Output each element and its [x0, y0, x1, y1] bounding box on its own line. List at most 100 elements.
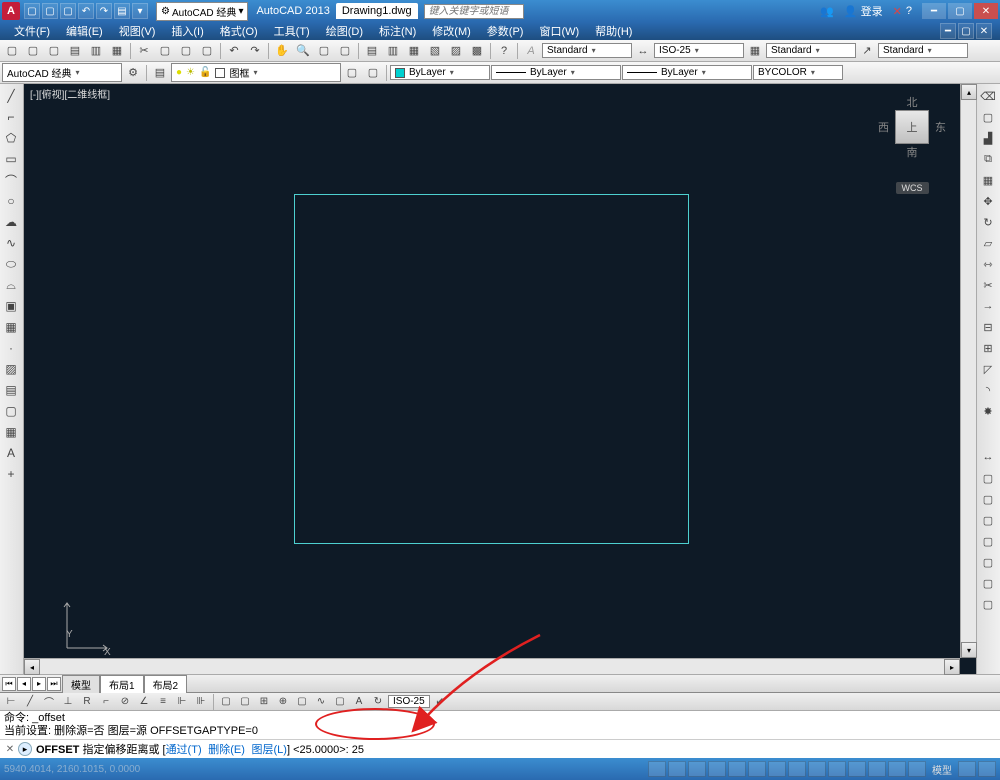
- revcloud-icon[interactable]: ☁: [0, 212, 22, 232]
- zoom-window-icon[interactable]: ▢: [314, 42, 334, 60]
- people-icon[interactable]: 👥: [820, 5, 834, 18]
- dim-tedit-icon[interactable]: A: [350, 694, 368, 710]
- polyline-icon[interactable]: ⌐: [0, 107, 22, 127]
- dim-linear-icon[interactable]: ⊢: [2, 694, 20, 710]
- dim-baseline-icon[interactable]: ⊩: [173, 694, 191, 710]
- tab-prev-icon[interactable]: ◂: [17, 677, 31, 691]
- sheet-set-icon[interactable]: ▧: [425, 42, 445, 60]
- make-block-icon[interactable]: ▦: [0, 317, 22, 337]
- distance-icon[interactable]: ↔: [977, 447, 999, 467]
- tab-next-icon[interactable]: ▸: [32, 677, 46, 691]
- dim-arc-icon[interactable]: ⌒: [40, 694, 58, 710]
- inspection-icon[interactable]: ▢: [293, 694, 311, 710]
- ellipse-arc-icon[interactable]: ⌓: [0, 275, 22, 295]
- menu-draw[interactable]: 绘图(D): [320, 22, 369, 40]
- dim-style-mgr-icon[interactable]: ↙: [431, 694, 449, 710]
- command-input-line[interactable]: ✕ ▸ OFFSET 指定偏移距离或 [通过(T) 删除(E) 图层(L)] <…: [0, 739, 1000, 758]
- polar-icon[interactable]: [708, 761, 726, 777]
- spline-icon[interactable]: ∿: [0, 233, 22, 253]
- table-style-icon[interactable]: ▦: [745, 42, 765, 60]
- viewport-label[interactable]: [-][俯视][二维线框]: [30, 86, 110, 101]
- region-icon[interactable]: ▢: [0, 401, 22, 421]
- dim-jog-icon[interactable]: ⌐: [97, 694, 115, 710]
- join-icon[interactable]: ⊞: [977, 338, 999, 358]
- help-icon[interactable]: ?: [906, 5, 912, 17]
- otrack-icon[interactable]: [768, 761, 786, 777]
- explode-icon[interactable]: ✸: [977, 401, 999, 421]
- tab-last-icon[interactable]: ⏭: [47, 677, 61, 691]
- save-file-icon[interactable]: ▢: [44, 42, 64, 60]
- mtext-icon[interactable]: A: [0, 443, 22, 463]
- sb-extra-2[interactable]: [978, 761, 996, 777]
- redo-icon[interactable]: ↷: [96, 3, 112, 19]
- search-input[interactable]: [424, 4, 524, 19]
- cmd-close-icon[interactable]: ✕: [4, 743, 16, 755]
- menu-file[interactable]: 文件(F): [8, 22, 56, 40]
- scroll-right-icon[interactable]: ▸: [944, 659, 960, 675]
- workspace-settings-icon[interactable]: ⚙: [123, 64, 143, 82]
- minimize-button[interactable]: ━: [922, 3, 946, 19]
- qp-icon[interactable]: [868, 761, 886, 777]
- coordinates[interactable]: 5940.4014, 2160.1015, 0.0000: [4, 764, 140, 775]
- design-center-icon[interactable]: ▥: [383, 42, 403, 60]
- tpy-icon[interactable]: [848, 761, 866, 777]
- viewcube-south[interactable]: 南: [878, 144, 946, 160]
- dim-diameter-icon[interactable]: ⊘: [116, 694, 134, 710]
- dim-space-icon[interactable]: ▢: [217, 694, 235, 710]
- new-file-icon[interactable]: ▢: [2, 42, 22, 60]
- fillet-icon[interactable]: ◝: [977, 380, 999, 400]
- tab-layout2[interactable]: 布局2: [144, 675, 188, 693]
- print-icon[interactable]: ▤: [114, 3, 130, 19]
- mirror-icon[interactable]: ▟: [977, 128, 999, 148]
- viewcube[interactable]: 北 西 上 东 南 WCS: [878, 94, 946, 194]
- center-mark-icon[interactable]: ⊕: [274, 694, 292, 710]
- horizontal-scrollbar[interactable]: ◂ ▸: [24, 658, 960, 674]
- pan-icon[interactable]: ✋: [272, 42, 292, 60]
- menu-format[interactable]: 格式(O): [214, 22, 264, 40]
- open-icon[interactable]: ▢: [42, 3, 58, 19]
- menu-edit[interactable]: 编辑(E): [60, 22, 109, 40]
- jog-linear-icon[interactable]: ∿: [312, 694, 330, 710]
- line-icon[interactable]: ╱: [0, 86, 22, 106]
- viewcube-west[interactable]: 西: [878, 119, 889, 135]
- viewcube-wcs[interactable]: WCS: [896, 182, 929, 194]
- model-space-btn[interactable]: 模型: [932, 762, 952, 777]
- cmd-input-value[interactable]: 25: [352, 744, 364, 756]
- table-style-dropdown[interactable]: Standard▾: [766, 43, 856, 58]
- lineweight-dropdown[interactable]: ByLayer▾: [622, 65, 752, 80]
- plotstyle-dropdown[interactable]: BYCOLOR▾: [753, 65, 843, 80]
- table-icon[interactable]: ▦: [0, 422, 22, 442]
- scroll-left-icon[interactable]: ◂: [24, 659, 40, 675]
- ducs-icon[interactable]: [788, 761, 806, 777]
- menu-help[interactable]: 帮助(H): [589, 22, 638, 40]
- drawing-canvas[interactable]: [-][俯视][二维线框] Y X 北 西 上 东 南 WCS ▴ ▾ ◂ ▸: [24, 84, 976, 674]
- expand-icon[interactable]: ▾: [132, 3, 148, 19]
- copy-icon[interactable]: ▢: [155, 42, 175, 60]
- app-logo[interactable]: A: [2, 2, 20, 20]
- rectangle-icon[interactable]: ▭: [0, 149, 22, 169]
- copy-obj-icon[interactable]: ▢: [977, 107, 999, 127]
- workspace-dropdown[interactable]: AutoCAD 经典▾: [2, 63, 122, 82]
- doc-minimize-button[interactable]: ━: [940, 23, 956, 39]
- hatch-icon[interactable]: ▨: [0, 359, 22, 379]
- erase-icon[interactable]: ⌫: [977, 86, 999, 106]
- help-icon[interactable]: ?: [494, 42, 514, 60]
- viewcube-east[interactable]: 东: [935, 119, 946, 135]
- am-icon[interactable]: [908, 761, 926, 777]
- dim-style-dd[interactable]: ISO-25: [388, 695, 430, 708]
- zoom-prev-icon[interactable]: ▢: [335, 42, 355, 60]
- close-button[interactable]: ✕: [974, 3, 998, 19]
- undo-icon[interactable]: ↶: [78, 3, 94, 19]
- dim-break-icon[interactable]: ▢: [236, 694, 254, 710]
- insert-block-icon[interactable]: ▣: [0, 296, 22, 316]
- dim-ord-icon[interactable]: ⊥: [59, 694, 77, 710]
- extend-icon[interactable]: →: [977, 296, 999, 316]
- point-icon[interactable]: ·: [0, 338, 22, 358]
- scroll-down-icon[interactable]: ▾: [961, 642, 977, 658]
- measuregeom-icon[interactable]: ▢: [977, 468, 999, 488]
- scroll-up-icon[interactable]: ▴: [961, 84, 977, 100]
- tolerance-icon[interactable]: ⊞: [255, 694, 273, 710]
- dim-aligned-icon[interactable]: ╱: [21, 694, 39, 710]
- new-icon[interactable]: ▢: [24, 3, 40, 19]
- save-icon[interactable]: ▢: [60, 3, 76, 19]
